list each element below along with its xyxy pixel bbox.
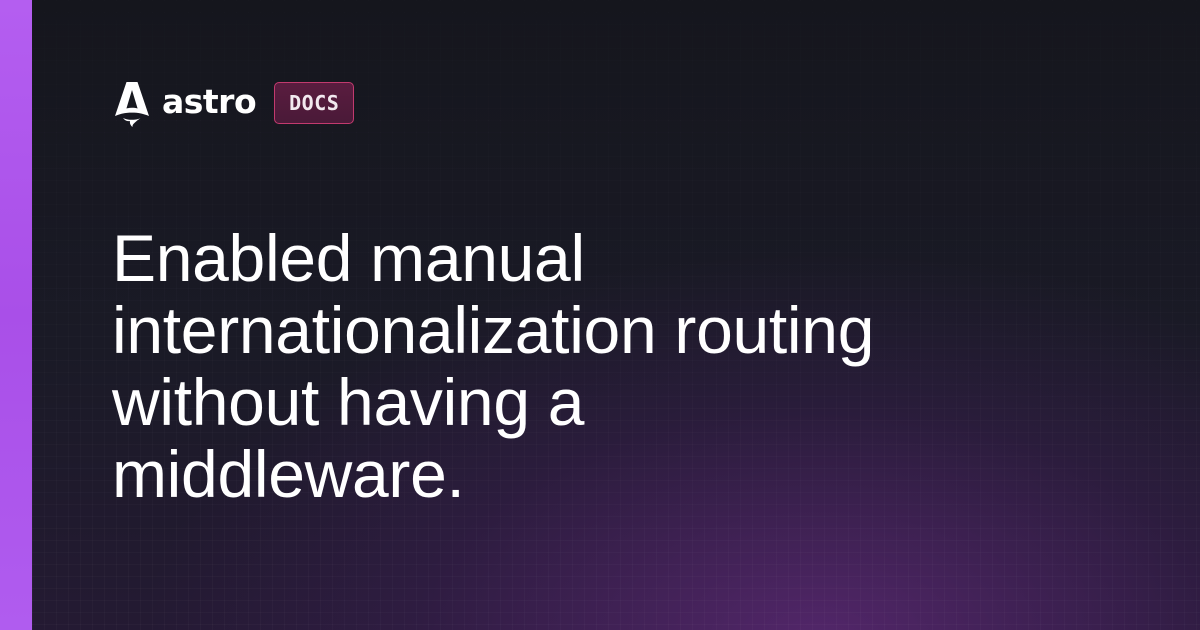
headline-line: Enabled manual xyxy=(112,221,585,295)
headline-line: middleware. xyxy=(112,437,465,511)
astro-wordmark: astro xyxy=(162,81,257,121)
astro-rocket-icon xyxy=(115,82,149,127)
og-card: astro DOCS Enabled manual internationali… xyxy=(0,0,1200,630)
docs-badge: DOCS xyxy=(274,82,355,124)
page-headline: Enabled manual internationalization rout… xyxy=(112,222,1132,510)
headline-line: without having a xyxy=(112,365,585,439)
accent-side-bar xyxy=(0,0,32,630)
docs-badge-label: DOCS xyxy=(289,91,340,115)
headline-line: internationalization routing xyxy=(112,293,875,367)
brand-header: astro DOCS xyxy=(112,80,355,127)
